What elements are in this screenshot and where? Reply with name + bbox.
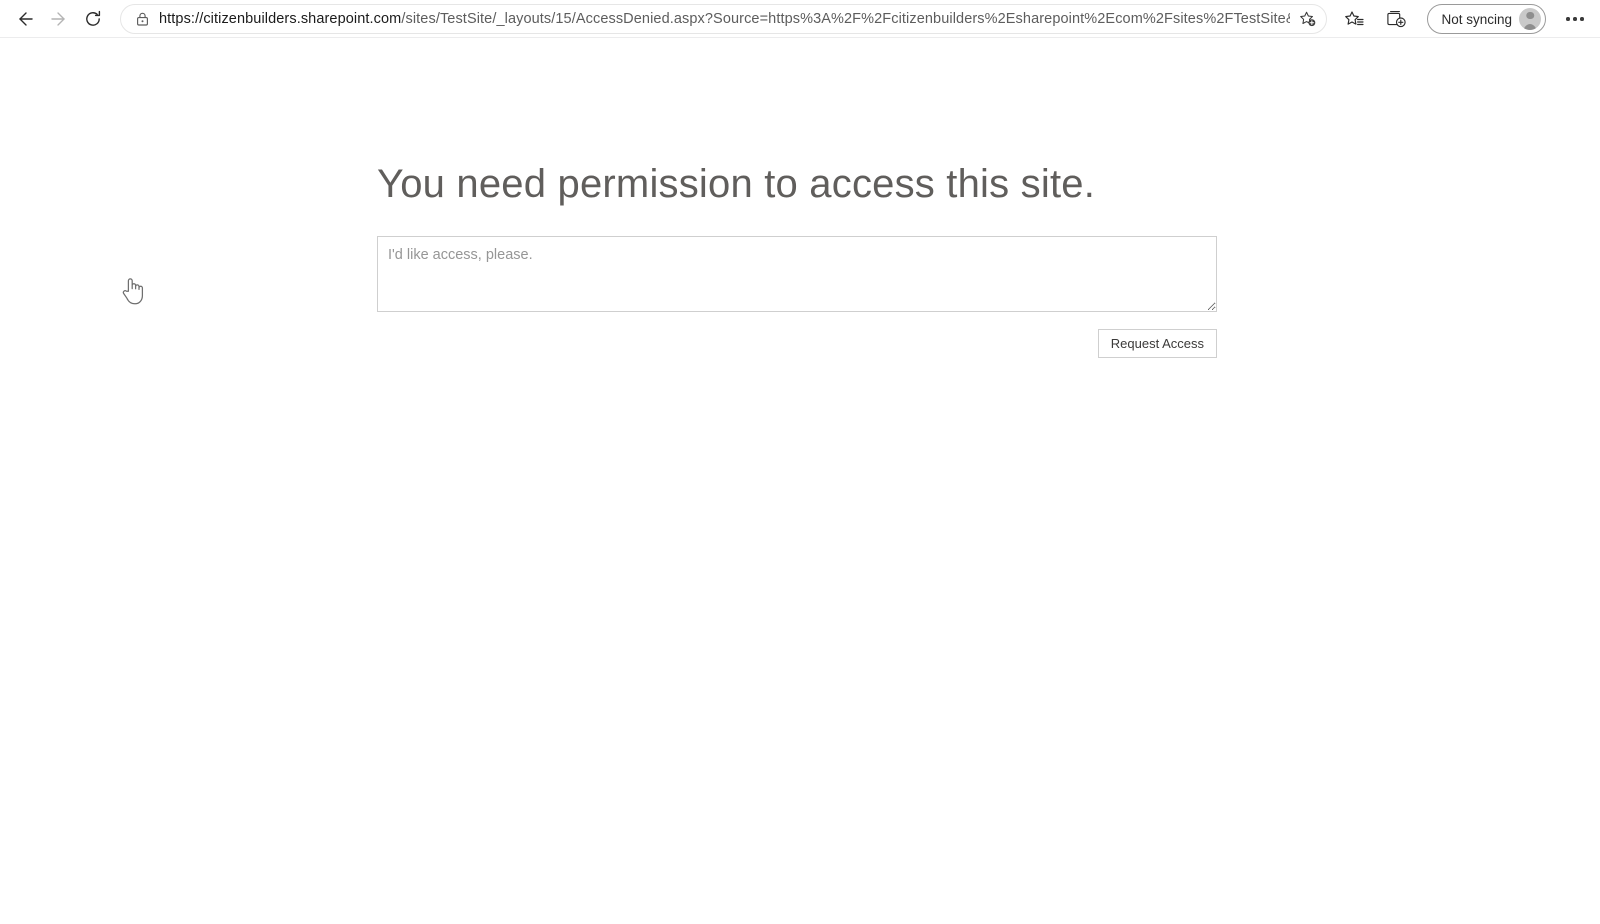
collections-button[interactable] [1378, 4, 1414, 34]
lock-icon[interactable] [131, 11, 153, 27]
refresh-icon [86, 10, 101, 26]
add-favorite-button[interactable] [1292, 6, 1322, 32]
browser-tool-icons: Not syncing [1333, 4, 1592, 34]
hand-cursor-icon [122, 278, 144, 305]
access-denied-panel: You need permission to access this site.… [377, 160, 1217, 358]
request-access-button[interactable]: Request Access [1097, 329, 1217, 358]
ellipsis-dot [1573, 17, 1577, 21]
star-plus-icon [1300, 11, 1316, 26]
url-path: /sites/TestSite/_layouts/15/AccessDenied… [401, 11, 1291, 27]
forward-arrow-icon [51, 12, 65, 26]
url-text[interactable]: https://citizenbuilders.sharepoint.com/s… [153, 11, 1290, 27]
profile-button[interactable]: Not syncing [1427, 4, 1546, 34]
ellipsis-dot [1566, 17, 1570, 21]
ellipsis-dot [1580, 17, 1584, 21]
page-body: You need permission to access this site.… [0, 38, 1600, 924]
collections-icon [1387, 10, 1406, 27]
button-row: Request Access [377, 329, 1217, 358]
pointing-hand-cursor [120, 274, 146, 306]
favorites-star-icon [1345, 10, 1364, 25]
url-host: https://citizenbuilders.sharepoint.com [159, 11, 402, 27]
browser-toolbar: https://citizenbuilders.sharepoint.com/s… [0, 0, 1600, 38]
request-message-input[interactable] [377, 236, 1217, 312]
back-arrow-icon [19, 12, 33, 26]
favorites-button[interactable] [1336, 4, 1372, 34]
back-button[interactable] [8, 4, 42, 34]
page-title: You need permission to access this site. [377, 162, 1096, 206]
settings-and-more-button[interactable] [1558, 4, 1592, 34]
avatar [1519, 8, 1541, 30]
refresh-button[interactable] [76, 4, 110, 34]
forward-button[interactable] [42, 4, 76, 34]
profile-label: Not syncing [1441, 11, 1512, 27]
address-bar[interactable]: https://citizenbuilders.sharepoint.com/s… [120, 4, 1328, 34]
